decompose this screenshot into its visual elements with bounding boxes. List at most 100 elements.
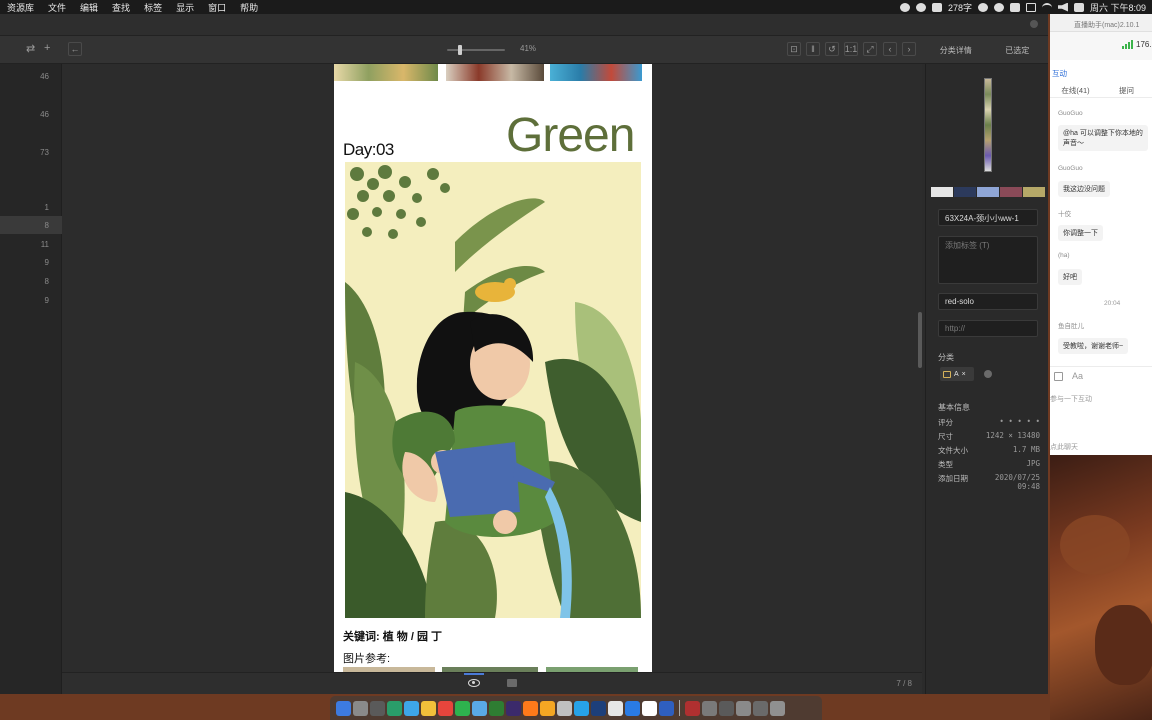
tray-user-icon[interactable]: [993, 2, 1004, 12]
keywords-text: 关键词: 植 物 / 园 丁: [343, 631, 442, 643]
rating-stars[interactable]: • • • • •: [999, 417, 1040, 428]
prev-button[interactable]: ‹: [883, 42, 897, 56]
crop-icon[interactable]: ⊡: [787, 42, 801, 56]
zoom-slider[interactable]: [447, 45, 505, 55]
comment-icon[interactable]: [507, 679, 517, 687]
actual-size-icon[interactable]: 1:1: [844, 42, 858, 56]
tab-questions[interactable]: 提问: [1101, 82, 1152, 97]
dock-app-icon[interactable]: [685, 700, 700, 716]
canvas-scrollbar[interactable]: [918, 312, 922, 368]
dock-app-icon[interactable]: [506, 700, 521, 716]
tray-settings-icon[interactable]: [977, 2, 988, 12]
dock-app-icon[interactable]: [719, 700, 734, 716]
gardener-illustration-art: [345, 162, 641, 618]
menu-find[interactable]: 查找: [105, 1, 137, 14]
columns-icon[interactable]: ‖: [806, 42, 820, 56]
dock-app-icon[interactable]: [336, 700, 351, 716]
dock-app-icon[interactable]: [438, 700, 453, 716]
folder-count[interactable]: 8: [45, 277, 49, 286]
menu-view[interactable]: 显示: [169, 1, 201, 14]
image-preview-canvas[interactable]: Day:03 Green 关键词: 植 物 / 园 丁 图片参考:: [62, 64, 922, 672]
word-count-status[interactable]: 278字: [948, 1, 972, 14]
image-icon[interactable]: [1054, 372, 1063, 381]
tray-display-icon[interactable]: [1025, 2, 1036, 12]
zoom-slider-thumb[interactable]: [457, 45, 462, 55]
chat-footer[interactable]: 点此聊天: [1050, 442, 1078, 452]
dock-app-icon[interactable]: [642, 700, 657, 716]
tray-sync-icon[interactable]: [915, 2, 926, 12]
tab-selected[interactable]: 已选定: [987, 45, 1049, 56]
tab-online[interactable]: 在线(41): [1050, 82, 1101, 97]
wifi-icon[interactable]: [1041, 2, 1052, 12]
tray-note-icon[interactable]: [931, 2, 942, 12]
dock-app-icon[interactable]: [591, 700, 606, 716]
menu-file[interactable]: 文件: [41, 1, 73, 14]
next-button[interactable]: ›: [902, 42, 916, 56]
folder-count[interactable]: 11: [41, 240, 49, 249]
dock-app-icon[interactable]: [489, 700, 504, 716]
author-field[interactable]: red-solo: [938, 293, 1038, 310]
dock-app-icon[interactable]: [472, 700, 487, 716]
color-swatch[interactable]: [977, 187, 999, 197]
inspector-tabs: 分类详情 已选定: [925, 36, 1048, 64]
color-swatch[interactable]: [1023, 187, 1045, 197]
folder-count[interactable]: 46: [40, 72, 49, 81]
menu-window[interactable]: 窗口: [201, 1, 233, 14]
dock-app-icon[interactable]: [421, 700, 436, 716]
dock-app-icon[interactable]: [557, 700, 572, 716]
dock-app-icon[interactable]: [574, 700, 589, 716]
color-swatch[interactable]: [954, 187, 976, 197]
rotate-icon[interactable]: ↺: [825, 42, 839, 56]
dock-app-icon[interactable]: [523, 700, 538, 716]
eye-icon[interactable]: [468, 679, 480, 687]
folder-count[interactable]: 8: [45, 221, 49, 230]
swap-icon[interactable]: ⇄: [26, 42, 35, 55]
headline-text: Green: [506, 109, 635, 162]
dock-app-icon[interactable]: [353, 700, 368, 716]
folder-count[interactable]: 73: [40, 148, 49, 157]
color-swatch[interactable]: [1000, 187, 1022, 197]
menu-tags[interactable]: 标签: [137, 1, 169, 14]
dock-app-icon[interactable]: [625, 700, 640, 716]
menu-clock[interactable]: 周六 下午8:09: [1090, 1, 1146, 14]
dock-app-icon[interactable]: [370, 700, 385, 716]
menu-edit[interactable]: 编辑: [73, 1, 105, 14]
add-category-icon[interactable]: [984, 370, 992, 378]
dock-app-icon[interactable]: [387, 700, 402, 716]
tray-s-icon[interactable]: [1073, 2, 1084, 12]
dock-app-icon[interactable]: [770, 700, 785, 716]
url-input[interactable]: http://: [938, 320, 1038, 337]
color-swatch[interactable]: [931, 187, 953, 197]
menu-help[interactable]: 帮助: [233, 1, 265, 14]
dock-app-icon[interactable]: [753, 700, 768, 716]
category-chip[interactable]: A ×: [940, 367, 974, 381]
folder-count[interactable]: 1: [45, 203, 49, 212]
dock-app-icon[interactable]: [540, 700, 555, 716]
dock-app-icon[interactable]: [404, 700, 419, 716]
pin-icon[interactable]: [1030, 20, 1038, 28]
image-thumbnail[interactable]: [984, 78, 992, 172]
fit-icon[interactable]: ⤢: [863, 42, 877, 56]
dock-app-icon[interactable]: [702, 700, 717, 716]
filename-field[interactable]: 63X24A-颈小小ww-1: [938, 209, 1038, 226]
font-icon[interactable]: Aa: [1072, 371, 1083, 381]
preview-image[interactable]: Day:03 Green 关键词: 植 物 / 园 丁 图片参考:: [334, 64, 652, 672]
volume-icon[interactable]: [1057, 2, 1068, 12]
menu-library[interactable]: 资源库: [0, 1, 41, 14]
add-icon[interactable]: +: [44, 42, 50, 54]
dock-app-icon[interactable]: [659, 700, 674, 716]
folder-count[interactable]: 46: [40, 110, 49, 119]
tags-input[interactable]: 添加标签 (T): [938, 236, 1038, 284]
dock-app-icon[interactable]: [455, 700, 470, 716]
dock-app-icon[interactable]: [736, 700, 751, 716]
chat-input[interactable]: 参与一下互动: [1050, 394, 1092, 404]
folder-count[interactable]: 9: [45, 296, 49, 305]
tray-app-icon[interactable]: [899, 2, 910, 12]
back-button[interactable]: ←: [68, 42, 82, 56]
folder-count[interactable]: 9: [45, 258, 49, 267]
tray-input-icon[interactable]: [1009, 2, 1020, 12]
dock-app-icon[interactable]: [608, 700, 623, 716]
remove-category-icon[interactable]: ×: [962, 371, 966, 378]
tab-details[interactable]: 分类详情: [925, 45, 987, 56]
photo-strip-tile: [334, 64, 438, 81]
